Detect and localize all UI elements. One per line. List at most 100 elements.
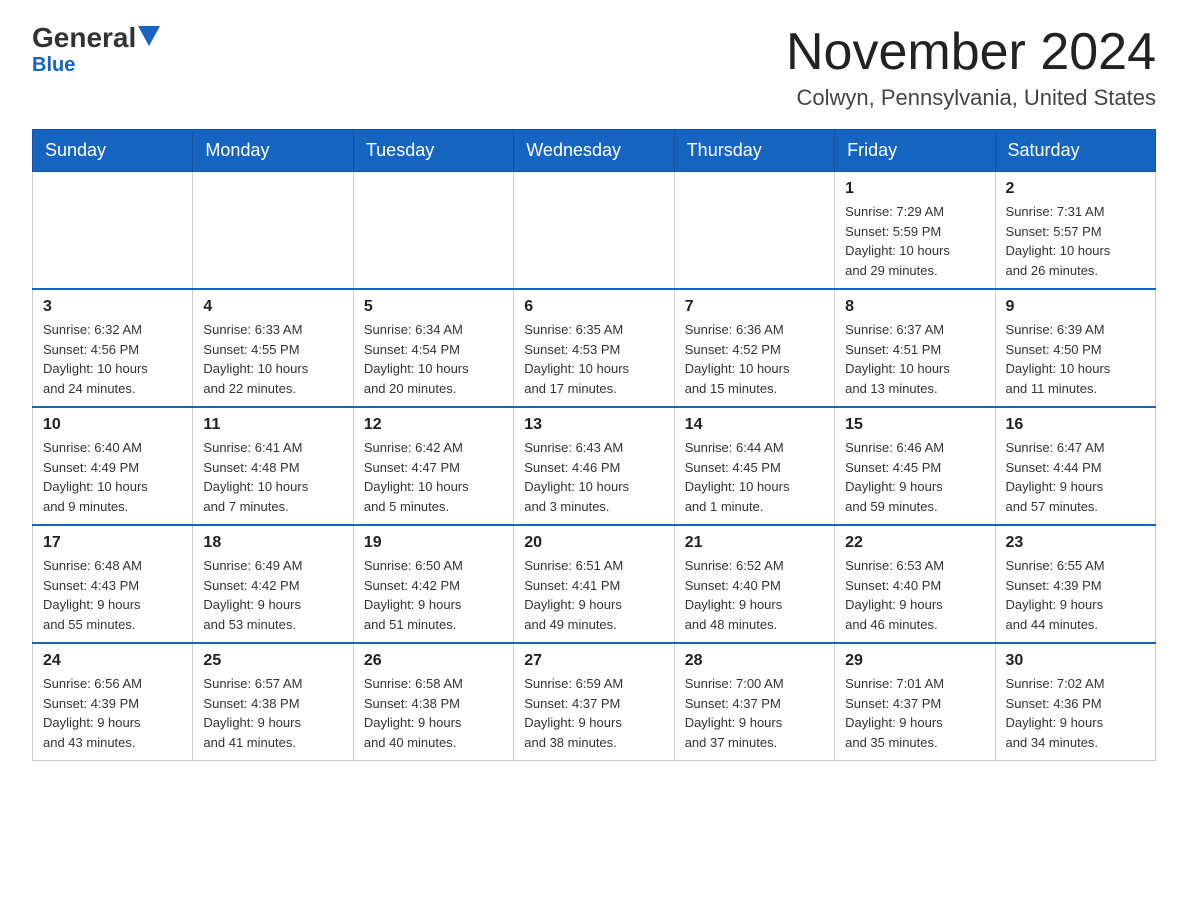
day-info: Sunrise: 6:48 AM Sunset: 4:43 PM Dayligh… [43,556,182,634]
day-info: Sunrise: 6:40 AM Sunset: 4:49 PM Dayligh… [43,438,182,516]
calendar-cell: 2 Sunrise: 7:31 AM Sunset: 5:57 PM Daylig… [995,172,1155,290]
calendar-cell: 15 Sunrise: 6:46 AM Sunset: 4:45 PM Dayli… [835,407,995,525]
calendar-cell: 16Sunrise: 6:47 AM Sunset: 4:44 PM Dayli… [995,407,1155,525]
day-number: 17 [43,534,182,552]
calendar-cell: 21 Sunrise: 6:52 AM Sunset: 4:40 PM Dayli… [674,525,834,643]
day-number: 19 [364,534,503,552]
day-info: Sunrise: 7:29 AM Sunset: 5:59 PM Dayligh… [845,202,984,280]
calendar-cell: 12 Sunrise: 6:42 AM Sunset: 4:47 PM Dayli… [353,407,513,525]
calendar-cell [33,172,193,290]
calendar-cell: 19 Sunrise: 6:50 AM Sunset: 4:42 PM Dayli… [353,525,513,643]
calendar-cell: 24 Sunrise: 6:56 AM Sunset: 4:39 PM Dayli… [33,643,193,761]
weekday-header-thursday: Thursday [674,130,834,172]
day-info: Sunrise: 6:39 AM Sunset: 4:50 PM Dayligh… [1006,320,1145,398]
day-info: Sunrise: 6:46 AM Sunset: 4:45 PM Dayligh… [845,438,984,516]
calendar-cell: 28Sunrise: 7:00 AM Sunset: 4:37 PM Dayli… [674,643,834,761]
day-number: 25 [203,652,342,670]
day-info: Sunrise: 6:34 AM Sunset: 4:54 PM Dayligh… [364,320,503,398]
day-number: 18 [203,534,342,552]
calendar-cell: 23Sunrise: 6:55 AM Sunset: 4:39 PM Dayli… [995,525,1155,643]
calendar-cell: 9 Sunrise: 6:39 AM Sunset: 4:50 PM Daylig… [995,289,1155,407]
day-number: 10 [43,416,182,434]
day-number: 23 [1006,534,1145,552]
calendar-cell: 25 Sunrise: 6:57 AM Sunset: 4:38 PM Dayli… [193,643,353,761]
day-info: Sunrise: 7:02 AM Sunset: 4:36 PM Dayligh… [1006,674,1145,752]
calendar-cell: 8Sunrise: 6:37 AM Sunset: 4:51 PM Daylig… [835,289,995,407]
calendar-cell: 7 Sunrise: 6:36 AM Sunset: 4:52 PM Daylig… [674,289,834,407]
day-number: 21 [685,534,824,552]
day-number: 14 [685,416,824,434]
calendar-cell: 4 Sunrise: 6:33 AM Sunset: 4:55 PM Daylig… [193,289,353,407]
day-number: 29 [845,652,984,670]
weekday-header-monday: Monday [193,130,353,172]
calendar-cell: 13 Sunrise: 6:43 AM Sunset: 4:46 PM Dayli… [514,407,674,525]
day-number: 27 [524,652,663,670]
day-number: 16 [1006,416,1145,434]
calendar-cell: 14 Sunrise: 6:44 AM Sunset: 4:45 PM Dayli… [674,407,834,525]
calendar-cell: 6 Sunrise: 6:35 AM Sunset: 4:53 PM Daylig… [514,289,674,407]
day-number: 20 [524,534,663,552]
calendar-week-row: 10 Sunrise: 6:40 AM Sunset: 4:49 PM Dayli… [33,407,1156,525]
day-number: 11 [203,416,342,434]
day-info: Sunrise: 7:31 AM Sunset: 5:57 PM Dayligh… [1006,202,1145,280]
subtitle: Colwyn, Pennsylvania, United States [786,85,1156,111]
weekday-header-row: SundayMondayTuesdayWednesdayThursdayFrid… [33,130,1156,172]
calendar-cell: 3 Sunrise: 6:32 AM Sunset: 4:56 PM Daylig… [33,289,193,407]
calendar-cell [193,172,353,290]
day-info: Sunrise: 6:32 AM Sunset: 4:56 PM Dayligh… [43,320,182,398]
calendar-cell: 18 Sunrise: 6:49 AM Sunset: 4:42 PM Dayli… [193,525,353,643]
weekday-header-friday: Friday [835,130,995,172]
calendar-week-row: 3 Sunrise: 6:32 AM Sunset: 4:56 PM Daylig… [33,289,1156,407]
day-info: Sunrise: 6:59 AM Sunset: 4:37 PM Dayligh… [524,674,663,752]
main-title: November 2024 [786,24,1156,81]
title-area: November 2024 Colwyn, Pennsylvania, Unit… [786,24,1156,111]
day-number: 24 [43,652,182,670]
day-number: 15 [845,416,984,434]
day-info: Sunrise: 6:35 AM Sunset: 4:53 PM Dayligh… [524,320,663,398]
calendar-cell [353,172,513,290]
day-number: 12 [364,416,503,434]
day-info: Sunrise: 6:37 AM Sunset: 4:51 PM Dayligh… [845,320,984,398]
calendar-cell [674,172,834,290]
calendar-cell: 10 Sunrise: 6:40 AM Sunset: 4:49 PM Dayli… [33,407,193,525]
day-info: Sunrise: 6:53 AM Sunset: 4:40 PM Dayligh… [845,556,984,634]
day-info: Sunrise: 7:01 AM Sunset: 4:37 PM Dayligh… [845,674,984,752]
logo-arrow-icon [138,26,160,46]
day-number: 7 [685,298,824,316]
calendar-cell: 30Sunrise: 7:02 AM Sunset: 4:36 PM Dayli… [995,643,1155,761]
calendar-cell: 17 Sunrise: 6:48 AM Sunset: 4:43 PM Dayli… [33,525,193,643]
day-info: Sunrise: 6:41 AM Sunset: 4:48 PM Dayligh… [203,438,342,516]
day-number: 28 [685,652,824,670]
calendar-cell: 22Sunrise: 6:53 AM Sunset: 4:40 PM Dayli… [835,525,995,643]
weekday-header-tuesday: Tuesday [353,130,513,172]
day-info: Sunrise: 6:44 AM Sunset: 4:45 PM Dayligh… [685,438,824,516]
day-number: 13 [524,416,663,434]
day-info: Sunrise: 6:42 AM Sunset: 4:47 PM Dayligh… [364,438,503,516]
day-info: Sunrise: 6:50 AM Sunset: 4:42 PM Dayligh… [364,556,503,634]
day-number: 2 [1006,180,1145,198]
calendar-cell: 1Sunrise: 7:29 AM Sunset: 5:59 PM Daylig… [835,172,995,290]
day-info: Sunrise: 6:51 AM Sunset: 4:41 PM Dayligh… [524,556,663,634]
day-number: 26 [364,652,503,670]
day-number: 5 [364,298,503,316]
header: General Blue November 2024 Colwyn, Penns… [32,24,1156,111]
day-info: Sunrise: 6:52 AM Sunset: 4:40 PM Dayligh… [685,556,824,634]
day-info: Sunrise: 6:56 AM Sunset: 4:39 PM Dayligh… [43,674,182,752]
weekday-header-wednesday: Wednesday [514,130,674,172]
day-number: 4 [203,298,342,316]
calendar-week-row: 1Sunrise: 7:29 AM Sunset: 5:59 PM Daylig… [33,172,1156,290]
logo: General Blue [32,24,160,77]
day-info: Sunrise: 6:33 AM Sunset: 4:55 PM Dayligh… [203,320,342,398]
calendar-cell: 5 Sunrise: 6:34 AM Sunset: 4:54 PM Daylig… [353,289,513,407]
day-number: 9 [1006,298,1145,316]
day-number: 3 [43,298,182,316]
calendar-week-row: 17 Sunrise: 6:48 AM Sunset: 4:43 PM Dayli… [33,525,1156,643]
logo-text: General [32,24,160,52]
day-info: Sunrise: 6:36 AM Sunset: 4:52 PM Dayligh… [685,320,824,398]
day-info: Sunrise: 6:43 AM Sunset: 4:46 PM Dayligh… [524,438,663,516]
weekday-header-sunday: Sunday [33,130,193,172]
day-number: 6 [524,298,663,316]
day-info: Sunrise: 6:57 AM Sunset: 4:38 PM Dayligh… [203,674,342,752]
day-info: Sunrise: 6:49 AM Sunset: 4:42 PM Dayligh… [203,556,342,634]
day-info: Sunrise: 6:58 AM Sunset: 4:38 PM Dayligh… [364,674,503,752]
